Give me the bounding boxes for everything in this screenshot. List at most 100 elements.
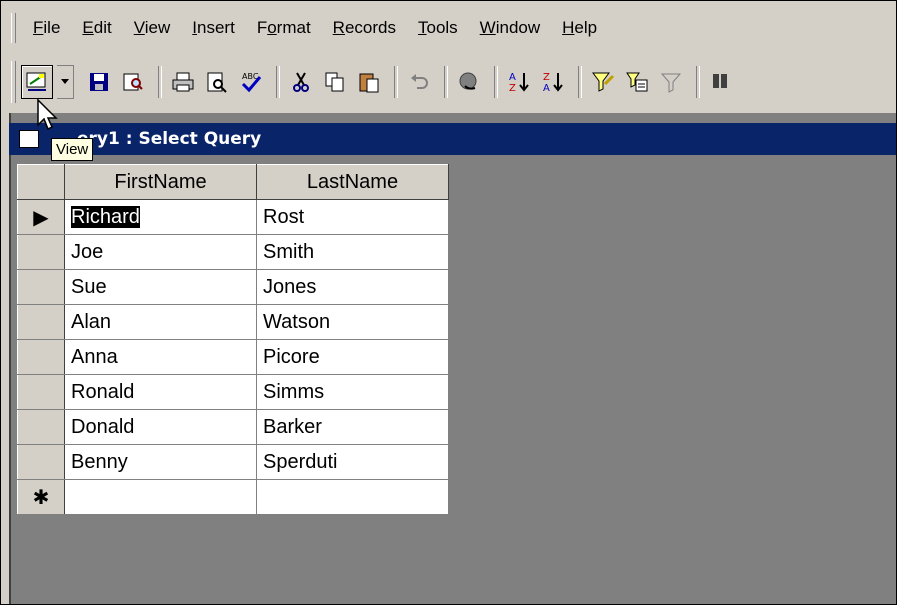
new-record-cell[interactable]	[256, 479, 449, 515]
table-cell[interactable]: Alan	[64, 304, 257, 340]
undo-button[interactable]	[404, 66, 434, 98]
print-button[interactable]	[168, 66, 198, 98]
svg-text:Z: Z	[509, 83, 516, 94]
menu-format[interactable]: Format	[257, 18, 311, 38]
table-row: Benny Sperduti	[17, 444, 449, 480]
undo-icon	[411, 74, 428, 89]
table-cell[interactable]: Donald	[64, 409, 257, 445]
chevron-down-icon	[61, 79, 69, 84]
hyperlink-icon	[459, 72, 477, 90]
column-header-firstname[interactable]: FirstName	[64, 164, 257, 200]
table-cell[interactable]: Jones	[256, 269, 449, 305]
sort-descending-button[interactable]: ZA	[538, 66, 568, 98]
svg-text:Z: Z	[543, 72, 550, 83]
save-icon	[90, 73, 108, 91]
header-row: FirstName LastName	[17, 164, 449, 200]
datasheet-icon	[19, 130, 39, 148]
column-header-lastname[interactable]: LastName	[256, 164, 449, 200]
table-cell[interactable]: Ronald	[64, 374, 257, 410]
apply-filter-icon	[660, 73, 682, 93]
toolbar-separator	[494, 66, 498, 98]
view-tooltip: View	[51, 138, 94, 161]
menu-edit[interactable]: Edit	[82, 18, 111, 38]
view-dropdown-button[interactable]	[57, 65, 74, 99]
table-row: Donald Barker	[17, 409, 449, 445]
copy-button[interactable]	[320, 66, 350, 98]
table-row: ▶ Richard Rost	[17, 199, 449, 235]
print-preview-icon	[207, 72, 227, 93]
table-cell[interactable]: Rost	[256, 199, 449, 235]
new-record-cell[interactable]	[64, 479, 257, 515]
toolbar-separator	[578, 66, 582, 98]
view-button[interactable]	[21, 65, 53, 99]
table-row: Alan Watson	[17, 304, 449, 340]
table-cell[interactable]: Sue	[64, 269, 257, 305]
record-selector[interactable]	[17, 234, 65, 270]
sort-ascending-button[interactable]: AZ	[504, 66, 534, 98]
selected-cell-text: Richard	[71, 205, 140, 228]
toolbar-separator	[394, 66, 398, 98]
table-cell[interactable]: Smith	[256, 234, 449, 270]
toolbar-separator	[696, 66, 700, 98]
find-icon	[713, 74, 727, 88]
record-selector[interactable]	[17, 269, 65, 305]
table-cell[interactable]: Benny	[64, 444, 257, 480]
filter-by-form-button[interactable]	[622, 66, 652, 98]
table-cell[interactable]: Joe	[64, 234, 257, 270]
find-button[interactable]	[706, 66, 736, 98]
menu-records[interactable]: Records	[333, 18, 396, 38]
spelling-icon: ABC	[241, 72, 262, 93]
window-title: ery1 : Select Query	[77, 129, 262, 149]
toolbar-grip[interactable]	[11, 61, 16, 103]
save-button[interactable]	[84, 66, 114, 98]
filter-by-selection-button[interactable]	[588, 66, 618, 98]
table-cell[interactable]: Anna	[64, 339, 257, 375]
paste-icon	[359, 73, 379, 93]
table-cell[interactable]: Picore	[256, 339, 449, 375]
menu-help[interactable]: Help	[562, 18, 597, 38]
record-selector[interactable]	[17, 409, 65, 445]
sort-descending-icon: ZA	[543, 72, 563, 94]
filter-by-selection-icon	[592, 72, 615, 92]
query-window-titlebar[interactable]: ery1 : Select Query	[9, 123, 896, 155]
table-row: Anna Picore	[17, 339, 449, 375]
table-cell[interactable]: Richard	[64, 199, 257, 235]
sort-ascending-icon: AZ	[509, 72, 529, 94]
current-record-indicator[interactable]: ▶	[17, 199, 65, 235]
select-all-corner[interactable]	[17, 164, 65, 200]
apply-filter-button[interactable]	[656, 66, 686, 98]
record-selector[interactable]	[17, 374, 65, 410]
svg-text:A: A	[543, 83, 550, 94]
spelling-button[interactable]: ABC	[236, 66, 266, 98]
menu-view[interactable]: View	[134, 18, 171, 38]
search-icon	[123, 73, 143, 91]
toolbar: ABC AZ ZA	[21, 59, 896, 105]
cut-button[interactable]	[286, 66, 316, 98]
cut-icon	[293, 72, 309, 92]
paste-button[interactable]	[354, 66, 384, 98]
menu-file[interactable]: File	[33, 18, 60, 38]
menu-bar: File Edit View Insert Format Records Too…	[9, 7, 889, 49]
search-button[interactable]	[118, 66, 148, 98]
new-record-indicator[interactable]: ✱	[17, 479, 65, 515]
table-row: Sue Jones	[17, 269, 449, 305]
table-cell[interactable]: Sperduti	[256, 444, 449, 480]
menu-tools[interactable]: Tools	[418, 18, 458, 38]
menu-insert[interactable]: Insert	[192, 18, 235, 38]
table-cell[interactable]: Simms	[256, 374, 449, 410]
table-cell[interactable]: Watson	[256, 304, 449, 340]
record-selector[interactable]	[17, 304, 65, 340]
datasheet: FirstName LastName ▶ Richard Rost Joe Sm…	[17, 164, 449, 515]
access-window: File Edit View Insert Format Records Too…	[0, 0, 897, 605]
record-selector[interactable]	[17, 339, 65, 375]
menu-window[interactable]: Window	[480, 18, 540, 38]
print-preview-button[interactable]	[202, 66, 232, 98]
toolbar-separator	[276, 66, 280, 98]
hyperlink-button[interactable]	[454, 66, 484, 98]
record-selector[interactable]	[17, 444, 65, 480]
new-record-row: ✱	[17, 479, 449, 515]
mouse-pointer-icon	[37, 99, 58, 131]
svg-text:A: A	[509, 72, 516, 83]
print-icon	[172, 72, 194, 92]
table-cell[interactable]: Barker	[256, 409, 449, 445]
